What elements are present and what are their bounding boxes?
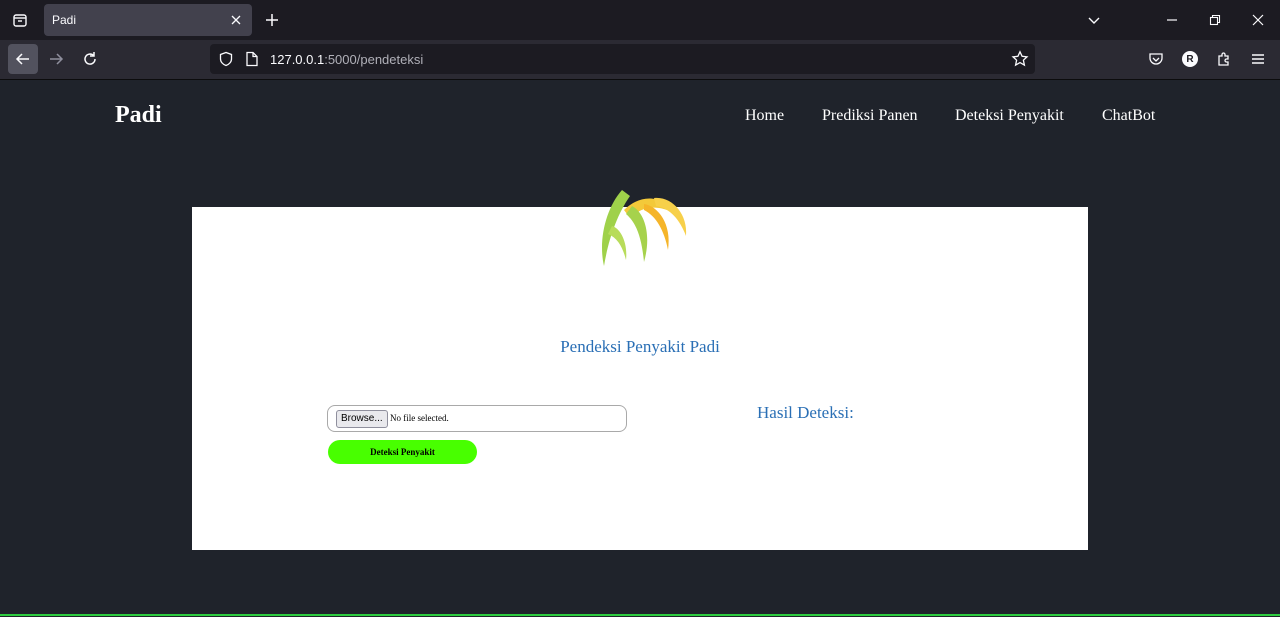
profile-initial: R <box>1182 51 1198 67</box>
restore-icon[interactable] <box>1205 10 1225 30</box>
web-page: Padi Home Prediksi Panen Deteksi Penyaki… <box>0 80 1280 617</box>
pocket-icon[interactable] <box>1146 49 1166 69</box>
extensions-icon[interactable] <box>1214 49 1234 69</box>
tab-list-icon[interactable] <box>8 8 32 32</box>
page-title: Pendeksi Penyakit Padi <box>560 337 720 356</box>
page-info-icon[interactable] <box>245 51 259 70</box>
close-window-icon[interactable] <box>1248 10 1268 30</box>
shield-icon[interactable] <box>218 51 234 70</box>
menu-icon[interactable] <box>1248 49 1268 69</box>
minimize-icon[interactable] <box>1162 10 1182 30</box>
reload-icon[interactable] <box>75 44 105 74</box>
result-label: Hasil Deteksi: <box>757 403 854 422</box>
url-host: 127.0.0.1 <box>270 52 325 67</box>
browser-tab[interactable]: Padi <box>44 4 252 36</box>
url-path: :5000/pendeteksi <box>324 52 424 67</box>
nav-link-home[interactable]: Home <box>745 107 784 125</box>
nav-link-prediksi-panen[interactable]: Prediksi Panen <box>822 107 918 125</box>
browser-tab-bar: Padi <box>0 0 1280 40</box>
file-upload-input[interactable]: Browse... No file selected. <box>327 405 627 432</box>
bottom-accent-line <box>0 614 1280 616</box>
browse-button[interactable]: Browse... <box>336 410 388 428</box>
file-status-text: No file selected. <box>390 413 449 423</box>
url-text: 127.0.0.1:5000/pendeteksi <box>270 52 423 67</box>
rice-plant-logo <box>602 190 687 266</box>
url-bar[interactable]: 127.0.0.1:5000/pendeteksi <box>210 44 1035 74</box>
browser-nav-bar: 127.0.0.1:5000/pendeteksi R <box>0 40 1280 80</box>
new-tab-icon[interactable] <box>262 10 282 30</box>
site-brand[interactable]: Padi <box>115 102 162 129</box>
bookmark-star-icon[interactable] <box>1011 50 1029 71</box>
forward-arrow-icon[interactable] <box>41 44 71 74</box>
tab-title: Padi <box>52 13 77 27</box>
detect-disease-button[interactable]: Deteksi Penyakit <box>328 440 477 464</box>
nav-link-chatbot[interactable]: ChatBot <box>1102 107 1155 125</box>
profile-avatar[interactable]: R <box>1180 49 1200 69</box>
nav-link-deteksi-penyakit[interactable]: Deteksi Penyakit <box>955 107 1064 125</box>
chevron-down-icon[interactable] <box>1084 10 1104 30</box>
close-tab-icon[interactable] <box>228 12 244 28</box>
back-arrow-icon[interactable] <box>8 44 38 74</box>
